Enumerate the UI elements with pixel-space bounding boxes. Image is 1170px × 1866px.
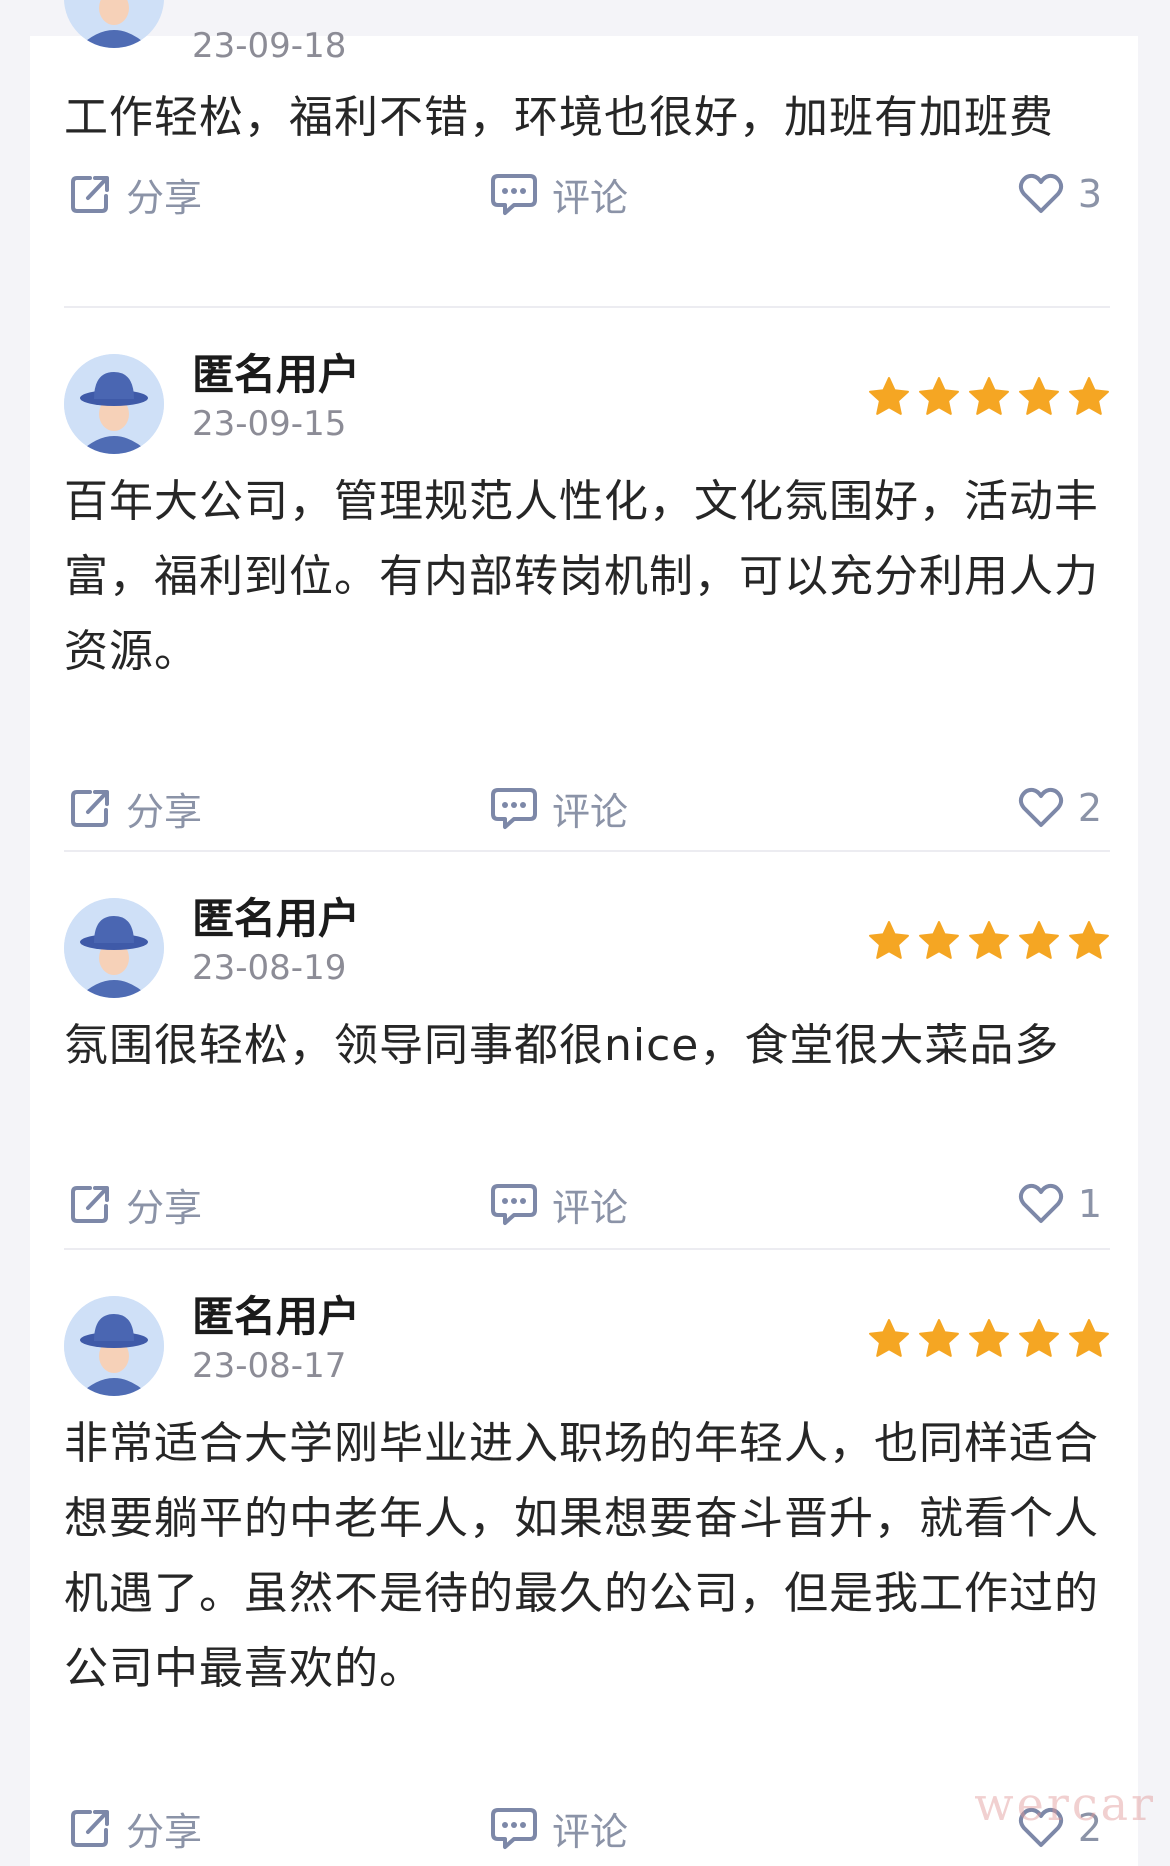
divider [64,1248,1110,1250]
star-icon [918,920,960,962]
comment-icon [491,1808,537,1849]
share-icon [71,790,109,827]
star-icon [1018,1318,1060,1360]
star-rating [868,376,1110,418]
comment-button[interactable]: 评论 [490,164,628,224]
comment-button[interactable]: 评论 [490,1174,628,1234]
share-icon [71,1186,109,1223]
comment-icon [491,1184,537,1225]
star-icon [968,920,1010,962]
review-actions: 分享 评论 2 [64,1798,1110,1858]
star-icon [868,376,910,418]
star-icon [1068,920,1110,962]
divider [64,850,1110,852]
review-text: 非常适合大学刚毕业进入职场的年轻人，也同样适合想要躺平的中老年人，如果想要奋斗晋… [64,1418,1099,1694]
star-icon [868,920,910,962]
star-icon [868,1318,910,1360]
like-button[interactable]: 1 [1018,1174,1102,1234]
comment-label: 评论 [552,175,629,220]
user-avatar-icon [64,898,164,998]
username: 匿名用户 [192,350,361,399]
star-icon [918,376,960,418]
review-list: 23-09-18 工作轻松，福利不错，环境也很好，加班有加班费 分享 评论 3 … [30,0,1138,1866]
comment-label: 评论 [552,789,629,834]
avatar[interactable] [64,898,164,998]
share-button[interactable]: 分享 [68,1798,202,1858]
share-icon [71,1810,109,1847]
star-icon [1018,920,1060,962]
star-icon [968,1318,1010,1360]
review-text: 工作轻松，福利不错，环境也很好，加班有加班费 [64,92,1054,143]
like-count: 1 [1077,1182,1102,1226]
user-avatar-icon [64,0,164,48]
like-count: 3 [1077,172,1102,216]
share-label: 分享 [126,789,203,834]
star-icon [1018,376,1060,418]
review-text: 百年大公司，管理规范人性化，文化氛围好，活动丰富，福利到位。有内部转岗机制，可以… [64,476,1099,677]
review-date: 23-08-17 [192,1346,347,1386]
star-icon [1068,376,1110,418]
comment-icon [491,788,537,829]
avatar[interactable] [64,354,164,454]
comment-label: 评论 [552,1185,629,1230]
avatar[interactable] [64,0,164,48]
share-button[interactable]: 分享 [68,164,202,224]
share-label: 分享 [126,175,203,220]
like-count: 2 [1077,786,1102,830]
username: 匿名用户 [192,894,361,943]
share-button[interactable]: 分享 [68,1174,202,1234]
heart-icon [1018,1183,1063,1223]
avatar[interactable] [64,1296,164,1396]
star-icon [1068,1318,1110,1360]
watermark: wercar [974,1777,1156,1831]
user-avatar-icon [64,1296,164,1396]
comment-button[interactable]: 评论 [490,1798,628,1858]
star-icon [968,376,1010,418]
comment-icon [491,174,537,215]
share-icon [71,176,109,213]
like-button[interactable]: 2 [1018,778,1102,838]
username: 匿名用户 [192,1292,361,1341]
user-avatar-icon [64,354,164,454]
comment-button[interactable]: 评论 [490,778,628,838]
review-actions: 分享 评论 3 [64,164,1110,224]
star-icon [918,1318,960,1360]
share-label: 分享 [126,1809,203,1854]
heart-icon [1018,787,1063,827]
review-actions: 分享 评论 1 [64,1174,1110,1234]
divider [64,306,1110,308]
heart-icon [1018,173,1063,213]
comment-label: 评论 [552,1809,629,1854]
share-label: 分享 [126,1185,203,1230]
review-actions: 分享 评论 2 [64,778,1110,838]
share-button[interactable]: 分享 [68,778,202,838]
review-text: 氛围很轻松，领导同事都很nice，食堂很大菜品多 [64,1020,1060,1071]
like-button[interactable]: 3 [1018,164,1102,224]
star-rating [868,1318,1110,1360]
review-date: 23-08-19 [192,948,347,988]
review-date: 23-09-15 [192,404,347,444]
review-date: 23-09-18 [192,26,347,66]
star-rating [868,920,1110,962]
